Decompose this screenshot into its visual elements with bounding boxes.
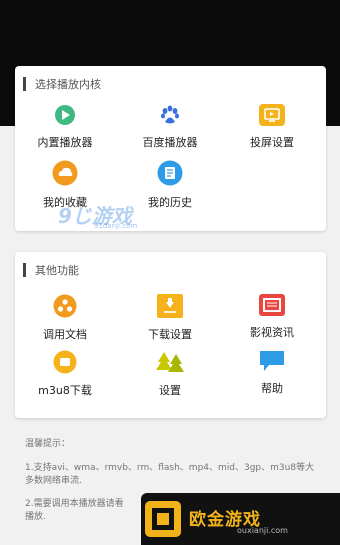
settings-label: 设置 [159, 384, 181, 397]
tree-settings-icon [156, 352, 184, 372]
my-history-label: 我的历史 [148, 196, 192, 209]
section-marker [23, 263, 26, 277]
film-news-label: 影视资讯 [250, 326, 294, 339]
m3u8-icon [53, 350, 77, 374]
settings-button[interactable]: 设置 [120, 350, 220, 398]
call-docs-button[interactable]: 调用文档 [15, 294, 115, 342]
film-news-button[interactable]: 影视资讯 [222, 294, 322, 340]
builtin-player-button[interactable]: 内置播放器 [15, 104, 115, 150]
chat-help-icon [260, 351, 284, 371]
m3u8-download-button[interactable]: m3u8下载 [15, 350, 115, 398]
film-news-icon [259, 294, 285, 316]
play-circle-icon [55, 105, 75, 125]
call-docs-label: 调用文档 [43, 328, 87, 341]
download-settings-label: 下载设置 [148, 328, 192, 341]
cast-screen-icon [259, 104, 285, 126]
download-settings-button[interactable]: 下载设置 [120, 294, 220, 342]
baidu-paw-icon [161, 105, 179, 124]
baidu-player-label: 百度播放器 [142, 136, 198, 149]
watermark-logo-icon [145, 501, 181, 537]
my-history-button[interactable]: 我的历史 [120, 160, 220, 210]
tip-line-1: 1.支持avi、wma、rmvb、rm、flash、mp4、mid、3gp、m3… [25, 463, 315, 486]
builtin-player-label: 内置播放器 [37, 136, 93, 149]
player-kernel-header: 选择播放内核 [23, 76, 101, 92]
m3u8-download-label: m3u8下载 [38, 384, 92, 397]
other-functions-card: 其他功能 调用文档 下载设置 影视资讯 m3u8下载 设置 帮助 [15, 252, 326, 418]
watermark-ouxian-url: ouxianji.com [237, 526, 288, 535]
download-icon [157, 294, 183, 318]
watermark-ouxian-banner: 欧金游戏 ouxianji.com [141, 493, 340, 545]
cast-settings-button[interactable]: 投屏设置 [222, 104, 322, 150]
cloud-favorite-icon [52, 160, 78, 186]
other-functions-header: 其他功能 [23, 262, 79, 278]
other-functions-title: 其他功能 [35, 264, 79, 277]
help-button[interactable]: 帮助 [222, 350, 322, 396]
watermark-91-url: 91danji.com [94, 222, 138, 230]
section-marker [23, 77, 26, 91]
baidu-player-button[interactable]: 百度播放器 [120, 104, 220, 150]
help-label: 帮助 [261, 382, 283, 395]
tips-title: 温馨提示： [25, 439, 71, 449]
share-nodes-icon [53, 294, 77, 318]
player-kernel-title: 选择播放内核 [35, 78, 101, 91]
cast-settings-label: 投屏设置 [250, 136, 294, 149]
history-note-icon [157, 160, 183, 186]
